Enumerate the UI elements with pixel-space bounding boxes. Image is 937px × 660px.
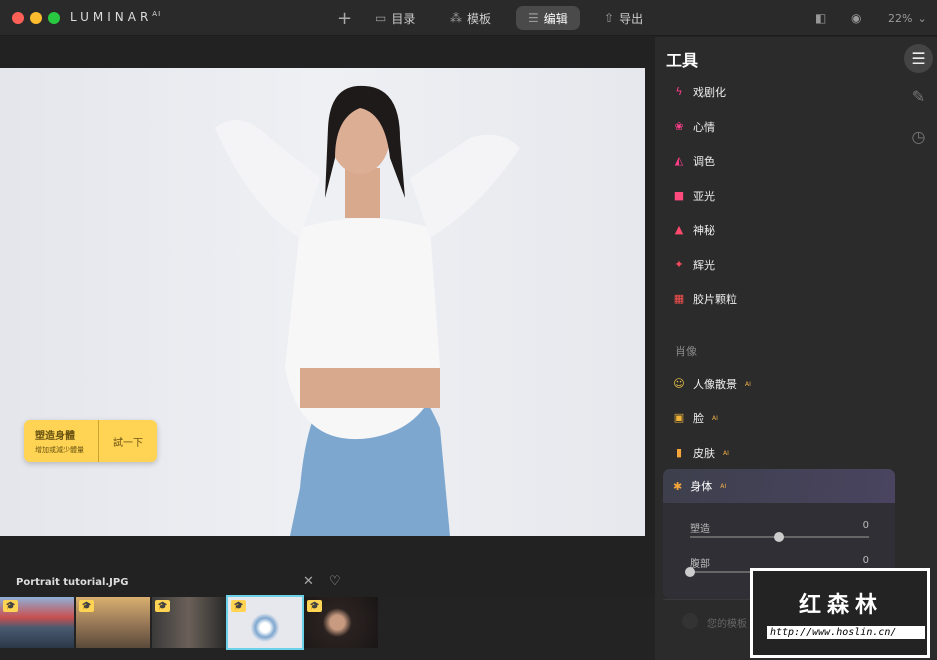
thumbnail[interactable]: 🎓 (0, 597, 74, 648)
lotus-icon: ❀ (674, 120, 684, 133)
tutorial-badge-icon: 🎓 (231, 600, 246, 612)
tool-color-toning[interactable]: ◭ 调色 (673, 153, 715, 169)
maximize-window-button[interactable] (48, 12, 60, 24)
tool-matte[interactable]: ■ 亚光 (673, 188, 715, 204)
body-shaping-hint: 塑造身體增加或減少體量 試一下 (24, 420, 157, 462)
face-icon: ▣ (673, 411, 685, 424)
add-button[interactable]: + (337, 6, 352, 30)
tutorial-badge-icon: 🎓 (307, 600, 322, 612)
tool-mystical[interactable]: ▲ 神秘 (673, 222, 715, 238)
panel-title: 工具 (666, 51, 699, 70)
tool-mood[interactable]: ❀ 心情 (673, 119, 715, 135)
magic-wand-icon: ⁂ (450, 11, 462, 25)
tool-skin[interactable]: ▮ 皮肤 AI (673, 445, 729, 461)
slider-value-shape: 0 (862, 520, 869, 531)
minimize-window-button[interactable] (30, 12, 42, 24)
tools-sliders-icon[interactable]: ☰ (904, 44, 933, 73)
section-portrait: 肖像 (675, 345, 697, 358)
eye-icon: ◉ (851, 11, 862, 25)
history-clock-icon[interactable]: ◷ (904, 122, 933, 151)
watermark: 红森林 http://www.hoslin.cn/ (750, 568, 930, 658)
tools-panel: 工具 ϟ 戏剧化 ❀ 心情 ◭ 调色 ■ 亚光 ▲ 神秘 ✦ 辉光 ▦ 胶片颗粒 肖像 ☺ 人像… (655, 37, 900, 660)
photo-preview[interactable] (0, 68, 645, 536)
skin-bottle-icon: ▮ (675, 446, 683, 459)
sparkle-icon: ✦ (674, 258, 684, 271)
sliders-icon: ☰ (528, 11, 539, 25)
slider-shape[interactable] (690, 532, 869, 542)
slider-value-abdomen: 0 (862, 555, 869, 566)
tab-catalog[interactable]: ▭ 目录 (375, 6, 415, 30)
slider-knob[interactable] (774, 532, 784, 542)
mystic-icon: ▲ (674, 223, 684, 236)
watermark-text: 红森林 (799, 593, 884, 618)
share-icon: ⇧ (604, 11, 615, 25)
square-icon: ■ (673, 189, 685, 202)
thumbnail[interactable]: 🎓 (76, 597, 150, 648)
lightning-icon: ϟ (675, 85, 683, 98)
compare-button[interactable]: ◧ (815, 6, 826, 30)
zoom-dropdown[interactable]: 22% ⌄ (888, 6, 927, 30)
paint-bucket-icon: ◭ (674, 154, 684, 167)
slider-knob[interactable] (685, 567, 695, 577)
tutorial-badge-icon: 🎓 (3, 600, 18, 612)
preview-button[interactable]: ◉ (851, 6, 861, 30)
thumbnail[interactable]: 🎓 (304, 597, 378, 648)
portrait-bokeh-icon: ☺ (673, 377, 685, 390)
folder-icon: ▭ (375, 11, 387, 25)
close-window-button[interactable] (12, 12, 24, 24)
compare-icon: ◧ (815, 11, 827, 25)
hint-subtitle: 增加或減少體量 (35, 446, 84, 454)
chevron-down-icon: ⌄ (917, 11, 927, 25)
try-it-button[interactable]: 試一下 (99, 420, 157, 462)
tool-face[interactable]: ▣ 脸 AI (673, 410, 718, 426)
reject-x-icon[interactable]: ✕ (303, 574, 314, 589)
brush-icon[interactable]: ✎ (904, 82, 933, 111)
tutorial-badge-icon: 🎓 (155, 600, 170, 612)
watermark-url: http://www.hoslin.cn/ (767, 626, 925, 639)
your-templates-label: 您的模板 (707, 619, 747, 630)
body-figure-icon: ✱ (673, 479, 683, 493)
slider-label-shape: 塑造 (690, 524, 710, 535)
favorite-heart-icon[interactable]: ♡ (329, 574, 341, 589)
templates-toggle[interactable] (682, 613, 698, 629)
file-name: Portrait tutorial.JPG (16, 577, 129, 588)
film-icon: ▦ (673, 292, 685, 305)
side-toolbar: ☰ ✎ ◷ (900, 37, 937, 660)
title-bar: LUMINARAI + ▭ 目录 ⁂ 模板 ☰ 编辑 ⇧ 导出 ◧ ◉ 22% ⌄ (0, 0, 937, 36)
tool-dramatic[interactable]: ϟ 戏剧化 (673, 84, 726, 100)
hint-title: 塑造身體 (35, 431, 75, 442)
thumbnail-selected[interactable]: 🎓 (226, 595, 304, 650)
tab-export[interactable]: ⇧ 导出 (604, 6, 643, 30)
tool-glow[interactable]: ✦ 辉光 (673, 257, 715, 273)
tab-edit[interactable]: ☰ 编辑 (516, 6, 580, 30)
tool-body-header[interactable]: ✱ 身体 AI (663, 469, 895, 503)
filmstrip: 🎓 🎓 🎓 🎓 🎓 (0, 595, 378, 650)
tab-templates[interactable]: ⁂ 模板 (450, 6, 491, 30)
tutorial-badge-icon: 🎓 (79, 600, 94, 612)
tool-portrait-bokeh[interactable]: ☺ 人像散景 AI (673, 376, 751, 392)
thumbnail[interactable]: 🎓 (152, 597, 226, 648)
app-logo: LUMINARAI (70, 10, 162, 24)
portrait-photo (215, 85, 520, 536)
tool-film-grain[interactable]: ▦ 胶片颗粒 (673, 291, 737, 307)
